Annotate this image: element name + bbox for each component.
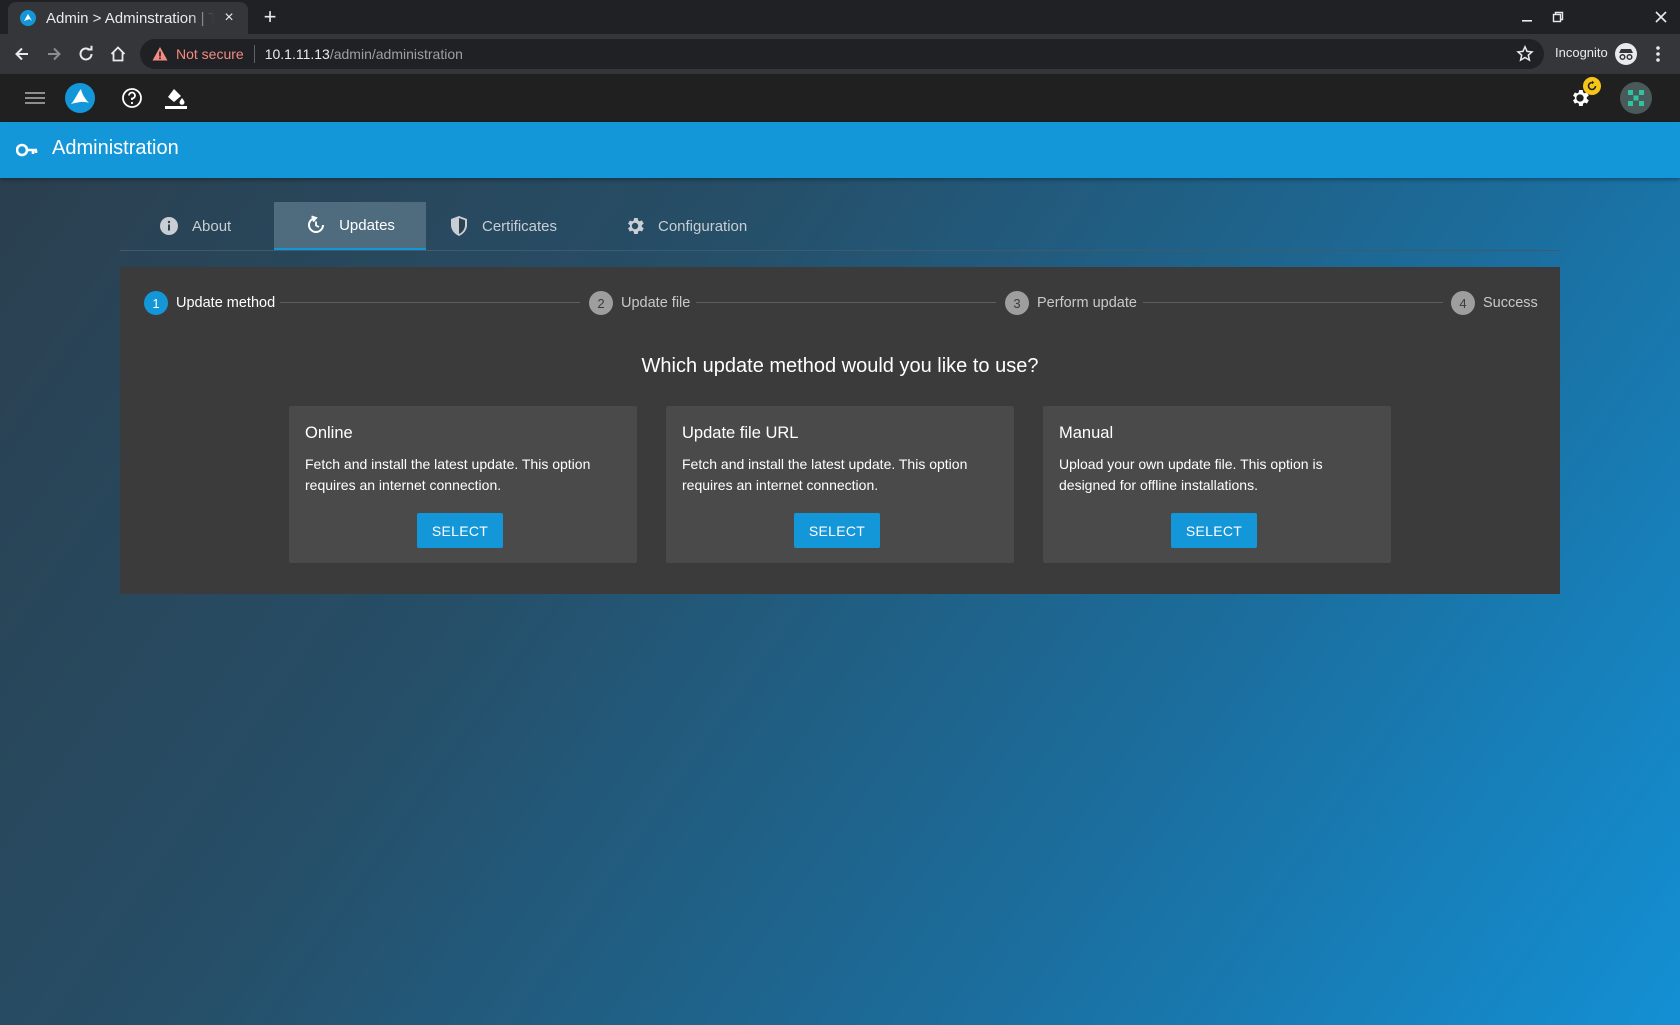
- history-icon: [305, 214, 327, 236]
- browser-tabstrip: Admin > Adminstration | T × +: [0, 0, 1680, 34]
- step-label: Perform update: [1037, 295, 1137, 311]
- card-online: Online Fetch and install the latest upda…: [289, 406, 637, 563]
- select-manual-button[interactable]: SELECT: [1171, 513, 1257, 548]
- app-header: [0, 74, 1680, 122]
- step-label: Update file: [621, 295, 691, 311]
- paint-bucket-icon[interactable]: [162, 84, 190, 112]
- key-icon: [16, 143, 38, 157]
- minimize-icon[interactable]: [1512, 4, 1542, 30]
- address-divider: [253, 45, 255, 63]
- browser-menu-icon[interactable]: [1652, 42, 1664, 66]
- step-number: 4: [1451, 291, 1475, 315]
- card-title: Manual: [1059, 424, 1114, 442]
- card-title: Online: [305, 424, 353, 442]
- avatar-pattern-icon: [1628, 90, 1644, 106]
- app-logo-icon: [20, 10, 36, 26]
- shield-icon: [448, 215, 470, 237]
- back-arrow-icon[interactable]: [8, 40, 36, 68]
- url-host: 10.1.11.13: [264, 46, 330, 62]
- close-tab-icon[interactable]: ×: [220, 9, 238, 27]
- tab-about[interactable]: About: [158, 202, 278, 250]
- hamburger-menu-icon[interactable]: [22, 84, 50, 112]
- update-available-badge-icon: [1583, 77, 1601, 95]
- page-title-bar: Administration: [0, 122, 1680, 178]
- new-tab-button[interactable]: +: [258, 4, 282, 30]
- not-secure-label: Not secure: [176, 46, 244, 62]
- step-connector: [1143, 302, 1443, 303]
- browser-tab[interactable]: Admin > Adminstration | T ×: [8, 2, 248, 34]
- admin-tabs: About Updates Certificates Configuration: [120, 202, 1560, 251]
- forward-arrow-icon[interactable]: [40, 40, 68, 68]
- step-connector: [280, 302, 580, 303]
- step-number: 1: [144, 291, 168, 315]
- incognito-icon[interactable]: [1614, 42, 1638, 66]
- step-number: 2: [589, 291, 613, 315]
- app-viewport: Administration About Updates Certificate…: [0, 74, 1680, 1025]
- card-update-file-url: Update file URL Fetch and install the la…: [666, 406, 1014, 563]
- page-title: Administration: [52, 137, 179, 159]
- update-stepper: 1 Update method 2 Update file 3 Perform …: [144, 291, 1538, 315]
- app-logo-icon[interactable]: [64, 82, 96, 114]
- url-path: /admin/administration: [329, 46, 463, 62]
- card-description: Upload your own update file. This option…: [1059, 456, 1323, 493]
- address-bar[interactable]: Not secure 10.1.11.13 /admin/administrat…: [140, 39, 1544, 69]
- tab-updates[interactable]: Updates: [274, 202, 426, 250]
- tab-configuration-label: Configuration: [658, 217, 748, 235]
- update-method-question: Which update method would you like to us…: [641, 355, 1039, 377]
- select-url-button[interactable]: SELECT: [794, 513, 880, 548]
- close-window-icon[interactable]: [1646, 4, 1676, 30]
- step-connector: [696, 302, 996, 303]
- warning-icon: [152, 47, 168, 61]
- bookmark-star-icon[interactable]: [1516, 45, 1534, 63]
- user-avatar[interactable]: [1620, 82, 1652, 114]
- incognito-label: Incognito: [1555, 45, 1608, 60]
- updates-panel: 1 Update method 2 Update file 3 Perform …: [120, 267, 1560, 594]
- step-label: Update method: [176, 295, 276, 311]
- step-label: Success: [1483, 295, 1538, 311]
- reload-icon[interactable]: [72, 40, 100, 68]
- step-update-file: 2 Update file: [589, 291, 690, 315]
- browser-toolbar: Not secure 10.1.11.13 /admin/administrat…: [0, 34, 1680, 74]
- tab-certificates-label: Certificates: [482, 217, 558, 235]
- restore-icon[interactable]: [1543, 4, 1573, 30]
- step-success: 4 Success: [1451, 291, 1538, 315]
- card-manual: Manual Upload your own update file. This…: [1043, 406, 1391, 563]
- browser-tab-title: Admin > Adminstration | T: [46, 9, 214, 27]
- step-number: 3: [1005, 291, 1029, 315]
- help-icon[interactable]: [118, 84, 146, 112]
- select-online-button[interactable]: SELECT: [417, 513, 503, 548]
- card-description: Fetch and install the latest update. Thi…: [682, 456, 968, 493]
- card-title: Update file URL: [682, 424, 799, 442]
- step-update-method: 1 Update method: [144, 291, 275, 315]
- info-icon: [158, 215, 180, 237]
- step-perform-update: 3 Perform update: [1005, 291, 1137, 315]
- tab-about-label: About: [192, 217, 232, 235]
- tab-certificates[interactable]: Certificates: [448, 202, 588, 250]
- gear-icon: [624, 215, 646, 237]
- tab-configuration[interactable]: Configuration: [624, 202, 774, 250]
- tab-updates-label: Updates: [339, 216, 395, 234]
- card-description: Fetch and install the latest update. Thi…: [305, 456, 591, 493]
- home-icon[interactable]: [104, 40, 132, 68]
